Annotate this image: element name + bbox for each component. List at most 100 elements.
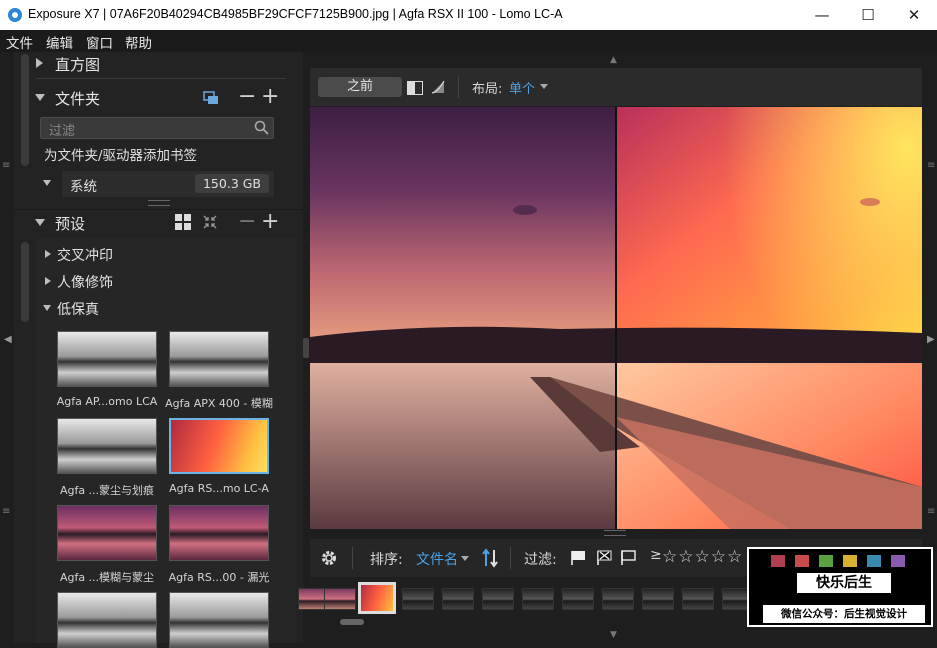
drive-row[interactable]: 系统 150.3 GB <box>62 171 274 197</box>
layout-label: 布局: <box>472 82 503 97</box>
sort-direction-icon[interactable] <box>482 548 498 568</box>
histogram-header[interactable]: 直方图 <box>55 54 100 75</box>
preset-thumbnail-label: Agfa AP...omo LCA <box>56 395 158 408</box>
bottom-collapse-arrow-icon[interactable]: ▼ <box>610 630 617 640</box>
sort-label: 排序: <box>370 552 403 568</box>
app-logo-icon <box>8 8 22 22</box>
preset-thumbnail[interactable] <box>57 505 157 561</box>
preset-thumbnail-label: Agfa APX 400 - 模糊 <box>165 397 273 410</box>
left-collapse-arrow-icon[interactable]: ◀ <box>4 334 12 346</box>
flag-rejected-icon[interactable] <box>596 550 614 566</box>
color-swatch <box>843 555 857 567</box>
filmstrip-scrollbar[interactable] <box>340 619 364 625</box>
rating-prefix: ≥ <box>650 547 662 563</box>
filmstrip-frame[interactable] <box>324 588 356 610</box>
toolbar-divider <box>458 76 459 98</box>
right-grip-lower-icon[interactable]: ≡ <box>927 506 935 518</box>
drive-size: 150.3 GB <box>195 174 269 193</box>
collapse-all-icon[interactable] <box>202 214 218 230</box>
split-view-icon[interactable] <box>407 80 423 95</box>
panel-splitter-handle[interactable] <box>303 338 309 358</box>
add-folder-icon[interactable]: + <box>261 86 279 108</box>
color-swatch <box>891 555 905 567</box>
layout-dropdown[interactable]: 单个 <box>509 78 535 97</box>
main-image-view[interactable] <box>310 107 922 529</box>
rating-stars[interactable]: ☆☆☆☆☆ <box>662 547 743 567</box>
maximize-button[interactable]: ☐ <box>845 0 891 30</box>
preset-thumbnail[interactable] <box>57 592 157 648</box>
preset-thumbnail[interactable] <box>169 592 269 648</box>
preset-thumbnail-label: Agfa RS...mo LC-A <box>169 482 269 495</box>
color-swatch <box>771 555 785 567</box>
divider <box>36 78 286 79</box>
drive-expand-icon[interactable] <box>43 180 51 186</box>
presets-scrollbar[interactable] <box>21 242 29 322</box>
watermark-logo: 快乐后生 微信公众号：后生视觉设计 <box>747 547 933 627</box>
filmstrip-frame[interactable] <box>682 588 714 610</box>
menu-help[interactable]: 帮助 <box>125 32 152 52</box>
menu-edit[interactable]: 编辑 <box>46 32 73 52</box>
section-resize-handle[interactable] <box>148 200 170 206</box>
exposure-warning-icon[interactable] <box>430 79 446 95</box>
folders-scrollbar[interactable] <box>21 54 29 166</box>
filmstrip-frame[interactable] <box>602 588 634 610</box>
menu-window[interactable]: 窗口 <box>86 32 113 52</box>
left-panel: 直方图 文件夹 − + 过滤 为文件夹/驱动器添加书签 系统 150.3 GB … <box>14 52 303 648</box>
minimize-button[interactable]: — <box>799 0 845 30</box>
category-expand-icon[interactable] <box>45 250 51 258</box>
flag-unflagged-icon[interactable] <box>620 550 638 566</box>
grid-view-icon[interactable] <box>175 214 191 230</box>
bookmark-hint[interactable]: 为文件夹/驱动器添加书签 <box>44 144 197 164</box>
right-grip-icon[interactable]: ≡ <box>927 160 935 172</box>
right-collapse-arrow-icon[interactable]: ▶ <box>927 334 935 346</box>
presets-header[interactable]: 预设 <box>55 213 85 234</box>
settings-gear-icon[interactable] <box>320 549 338 567</box>
remove-preset-icon[interactable]: − <box>238 211 256 233</box>
close-button[interactable]: ✕ <box>891 0 937 30</box>
sort-dropdown[interactable]: 文件名 <box>416 549 458 569</box>
preset-thumbnail[interactable] <box>169 331 269 387</box>
menu-file[interactable]: 文件 <box>6 32 33 52</box>
preset-thumbnail-label: Agfa ...模糊与蒙尘 <box>59 571 155 584</box>
collapse-arrow-icon[interactable] <box>35 94 45 101</box>
toolbar-divider <box>352 547 353 569</box>
watermark-title: 快乐后生 <box>797 573 891 593</box>
window-title: Exposure X7 | 07A6F20B40294CB4985BF29CFC… <box>28 7 563 21</box>
flag-picked-icon[interactable] <box>570 550 588 566</box>
left-grip-lower-icon[interactable]: ≡ <box>2 506 10 518</box>
category-expand-icon[interactable] <box>45 277 51 285</box>
category-portrait[interactable]: 人像修饰 <box>57 272 113 292</box>
folders-header[interactable]: 文件夹 <box>55 88 100 109</box>
image-resize-handle[interactable] <box>604 530 626 536</box>
filter-label: 过滤: <box>524 552 557 568</box>
top-collapse-arrow-icon[interactable]: ▲ <box>610 55 617 65</box>
category-collapse-icon[interactable] <box>43 305 51 311</box>
expand-arrow-icon[interactable] <box>36 58 43 68</box>
filmstrip-frame[interactable] <box>482 588 514 610</box>
preset-thumbnail[interactable] <box>57 331 157 387</box>
filmstrip-frame[interactable] <box>562 588 594 610</box>
layout-dropdown-arrow-icon[interactable] <box>540 84 548 89</box>
preset-thumbnail[interactable] <box>169 505 269 561</box>
presets-collapse-icon[interactable] <box>35 219 45 226</box>
preset-thumbnail[interactable] <box>169 418 269 474</box>
filmstrip-frame[interactable] <box>358 582 396 614</box>
filmstrip-frame[interactable] <box>642 588 674 610</box>
preset-thumbnail[interactable] <box>57 418 157 474</box>
left-grip-icon[interactable]: ≡ <box>2 160 10 172</box>
category-cross-process[interactable]: 交叉冲印 <box>57 245 113 265</box>
sort-dropdown-arrow-icon[interactable] <box>461 556 469 561</box>
folder-filter-input[interactable]: 过滤 <box>40 117 274 139</box>
category-lofi[interactable]: 低保真 <box>57 299 99 319</box>
add-preset-icon[interactable]: + <box>261 211 279 233</box>
search-icon[interactable] <box>254 120 269 135</box>
filmstrip-frame[interactable] <box>402 588 434 610</box>
before-button[interactable]: 之前 <box>318 77 402 97</box>
color-swatch <box>819 555 833 567</box>
folder-sync-icon[interactable] <box>203 90 219 104</box>
remove-folder-icon[interactable]: − <box>238 86 256 108</box>
divider <box>14 209 303 210</box>
color-swatches <box>771 555 905 567</box>
filmstrip-frame[interactable] <box>522 588 554 610</box>
filmstrip-frame[interactable] <box>442 588 474 610</box>
